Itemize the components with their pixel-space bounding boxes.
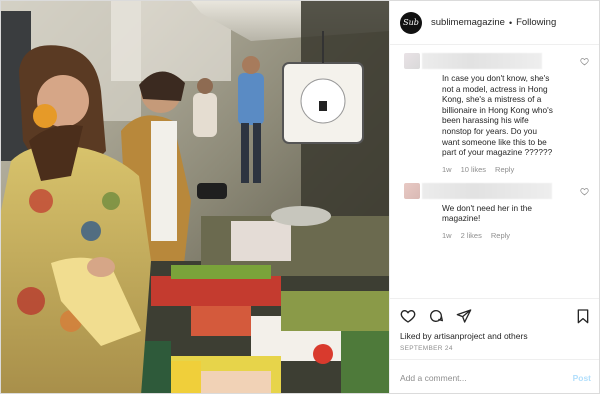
market-photo-image (1, 1, 389, 393)
comment-input[interactable] (400, 372, 573, 383)
post-header: Sub sublimemagazine • Following (390, 1, 599, 45)
comment-meta: 1w 2 likes Reply (442, 231, 589, 240)
separator-dot: • (508, 17, 513, 28)
instagram-post: Sub sublimemagazine • Following In case … (0, 0, 600, 394)
avatar[interactable]: Sub (400, 11, 422, 34)
post-date: SEPTEMBER 24 (400, 345, 453, 352)
comment-likes[interactable]: 2 likes (461, 231, 482, 240)
post-button[interactable]: Post (573, 373, 591, 383)
bookmark-icon[interactable] (575, 308, 591, 324)
comment-item: We don't need her in the magazine! 1w 2 … (404, 182, 589, 240)
like-heart-icon[interactable] (580, 57, 589, 66)
post-actions: Liked by artisanproject and others SEPTE… (390, 298, 599, 358)
like-heart-icon[interactable] (580, 187, 589, 196)
username-link[interactable]: sublimemagazine (431, 17, 505, 28)
comments-list: In case you don't know, she's not a mode… (390, 45, 599, 295)
heart-icon[interactable] (400, 308, 416, 324)
comment-icon[interactable] (428, 308, 444, 324)
likes-summary[interactable]: Liked by artisanproject and others (400, 331, 591, 341)
comment-likes[interactable]: 10 likes (461, 165, 486, 174)
comment-author-row (404, 53, 589, 69)
reply-button[interactable]: Reply (491, 231, 510, 240)
comment-meta: 1w 10 likes Reply (442, 165, 589, 174)
blurred-username (422, 182, 552, 199)
blurred-username (422, 53, 542, 69)
comment-text: We don't need her in the magazine! (442, 202, 532, 224)
comment-item: In case you don't know, she's not a mode… (404, 53, 589, 174)
comment-author-row (404, 182, 589, 199)
comment-time[interactable]: 1w (442, 165, 452, 174)
blurred-avatar (404, 182, 420, 199)
following-button[interactable]: Following (516, 17, 556, 28)
post-photo[interactable] (1, 1, 389, 393)
reply-button[interactable]: Reply (495, 165, 514, 174)
post-side-panel: Sub sublimemagazine • Following In case … (389, 1, 599, 393)
share-icon[interactable] (456, 308, 472, 324)
action-icons (400, 305, 591, 327)
blurred-avatar (404, 53, 420, 69)
comment-text: In case you don't know, she's not a mode… (442, 73, 553, 158)
add-comment-bar: Post (390, 359, 599, 393)
comment-time[interactable]: 1w (442, 231, 452, 240)
